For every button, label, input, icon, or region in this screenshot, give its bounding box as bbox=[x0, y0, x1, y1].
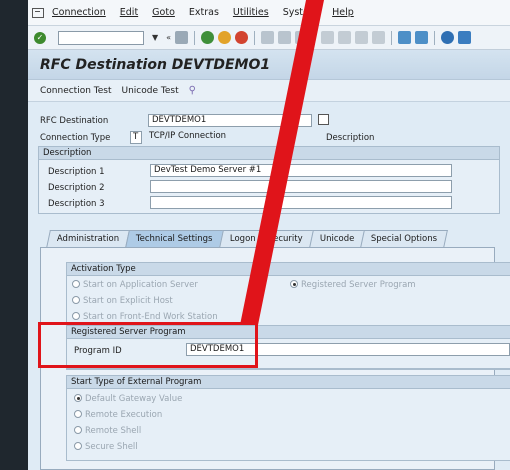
annotation-arrow bbox=[240, 0, 324, 325]
sap-window: Connection Edit Goto Extras Utilities Sy… bbox=[28, 0, 510, 470]
